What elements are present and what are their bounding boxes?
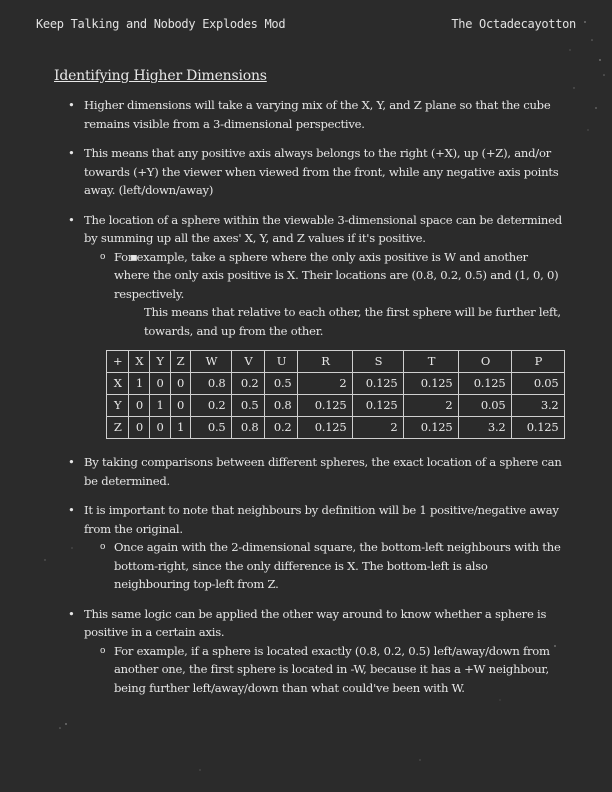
table-cell: 1 [149, 394, 171, 417]
table-cell: 3.2 [511, 394, 566, 417]
list-item: • The location of a sphere within the vi… [66, 211, 566, 439]
sub-bullet-icon: o [100, 645, 106, 656]
sub-sub-list-item-text: This means that relative to each other, … [144, 305, 561, 338]
bullet-icon: • [68, 146, 75, 160]
table-cell: 0.2 [264, 416, 299, 439]
table-cell: 0.125 [511, 416, 566, 439]
table-cell: 0.125 [297, 394, 354, 417]
table-cell: 0.8 [190, 372, 233, 395]
table-cell: 0.125 [297, 416, 354, 439]
sub-list-item-text: For example, take a sphere where the onl… [114, 249, 559, 301]
header-module-name: The Octadecayotton [451, 17, 576, 31]
table-row-header: Z [105, 416, 130, 439]
axis-values-table: + X Y Z W V U R S T O P X 1 0 0 0.8 0.2 … [105, 350, 566, 439]
sub-list-item: o For example, take a sphere where the o… [66, 248, 566, 304]
header-mod-label: Keep Talking and Nobody Explodes Mod [36, 17, 286, 31]
table-cell: 0.125 [458, 372, 513, 395]
table-cell: 2 [352, 416, 405, 439]
list-item: • This same logic can be applied the oth… [66, 605, 566, 698]
table-cell: 0.5 [264, 372, 299, 395]
sub-list-item-text: For example, if a sphere is located exac… [114, 643, 550, 695]
table-cell: 0.125 [352, 394, 405, 417]
table-header-cell: Y [149, 350, 171, 373]
table-cell: 0 [169, 372, 192, 395]
content-body: • Higher dimensions will take a varying … [66, 96, 566, 708]
table-row: Z 0 0 1 0.5 0.8 0.2 0.125 2 0.125 3.2 0.… [105, 416, 566, 439]
table-cell: 0.8 [264, 394, 299, 417]
section-title: Identifying Higher Dimensions [54, 68, 267, 84]
sub-sub-bullet-icon: ▪ [130, 249, 138, 264]
sub-bullet-icon: o [100, 251, 106, 262]
table-header-cell: S [352, 350, 405, 373]
table-cell: 0 [128, 416, 151, 439]
table-header-cell: Z [169, 350, 192, 373]
document-page: Keep Talking and Nobody Explodes Mod The… [0, 0, 612, 792]
table-row: Y 0 1 0 0.2 0.5 0.8 0.125 0.125 2 0.05 3… [105, 394, 566, 417]
sub-list-item: o For example, if a sphere is located ex… [66, 642, 566, 698]
sub-list: o For example, take a sphere where the o… [66, 248, 566, 341]
bullet-icon: • [68, 212, 75, 227]
table-header-cell: O [458, 350, 513, 373]
table-cell: 3.2 [458, 416, 513, 439]
table-cell: 0.05 [511, 372, 566, 395]
list-item-text: It is important to note that neighbours … [84, 503, 559, 536]
table-cell: 0.5 [190, 416, 233, 439]
table-cell: 0.5 [231, 394, 266, 417]
table-cell: 0 [169, 394, 192, 417]
sub-list: o For example, if a sphere is located ex… [66, 642, 566, 698]
table-cell: 0 [149, 372, 171, 395]
table-header-cell: V [231, 350, 266, 373]
table-row-header: X [105, 372, 130, 395]
table-cell: 1 [128, 372, 151, 395]
bullet-icon: • [68, 455, 75, 469]
sub-list-item-text: Once again with the 2-dimensional square… [114, 540, 561, 591]
sub-list-item: o Once again with the 2-dimensional squa… [66, 538, 566, 594]
table-cell: 0.8 [231, 416, 266, 439]
table-header-cell: W [190, 350, 233, 373]
list-item: • This means that any positive axis alwa… [66, 144, 566, 200]
table-header-row: + X Y Z W V U R S T O P [105, 350, 566, 373]
list-item-text: By taking comparisons between different … [84, 455, 562, 488]
table-cell: 0.2 [190, 394, 233, 417]
table-row: X 1 0 0 0.8 0.2 0.5 2 0.125 0.125 0.125 … [105, 372, 566, 395]
sub-sub-list-item: ▪ This means that relative to each other… [66, 250, 566, 340]
table-header-cell: T [403, 350, 460, 373]
list-item-text: This means that any positive axis always… [84, 146, 559, 197]
bullet-icon: • [68, 503, 75, 517]
list-item: • It is important to note that neighbour… [66, 501, 566, 594]
table-header-cell: U [264, 350, 299, 373]
table-header-cell: P [511, 350, 566, 373]
list-item: • By taking comparisons between differen… [66, 453, 566, 490]
table-row-header: Y [105, 394, 130, 417]
table-cell: 1 [169, 416, 192, 439]
sub-bullet-icon: o [100, 542, 106, 552]
table-header-cell: + [105, 350, 130, 373]
list-item-text: Higher dimensions will take a varying mi… [84, 98, 551, 131]
bullet-list: • Higher dimensions will take a varying … [66, 96, 566, 697]
table-cell: 0.2 [231, 372, 266, 395]
table-cell: 0 [149, 416, 171, 439]
table-cell: 0.05 [458, 394, 513, 417]
table-cell: 0.125 [403, 372, 460, 395]
list-item-text: This same logic can be applied the other… [84, 606, 547, 640]
table-header-cell: X [128, 350, 151, 373]
table-cell: 0.125 [403, 416, 460, 439]
sub-list: o Once again with the 2-dimensional squa… [66, 538, 566, 594]
table-cell: 0 [128, 394, 151, 417]
table-cell: 2 [297, 372, 354, 395]
bullet-icon: • [68, 606, 75, 621]
table-cell: 2 [403, 394, 460, 417]
table-cell: 0.125 [352, 372, 405, 395]
list-item-text: The location of a sphere within the view… [84, 212, 562, 246]
list-item: • Higher dimensions will take a varying … [66, 96, 566, 133]
bullet-icon: • [68, 98, 75, 112]
table-header-cell: R [297, 350, 354, 373]
